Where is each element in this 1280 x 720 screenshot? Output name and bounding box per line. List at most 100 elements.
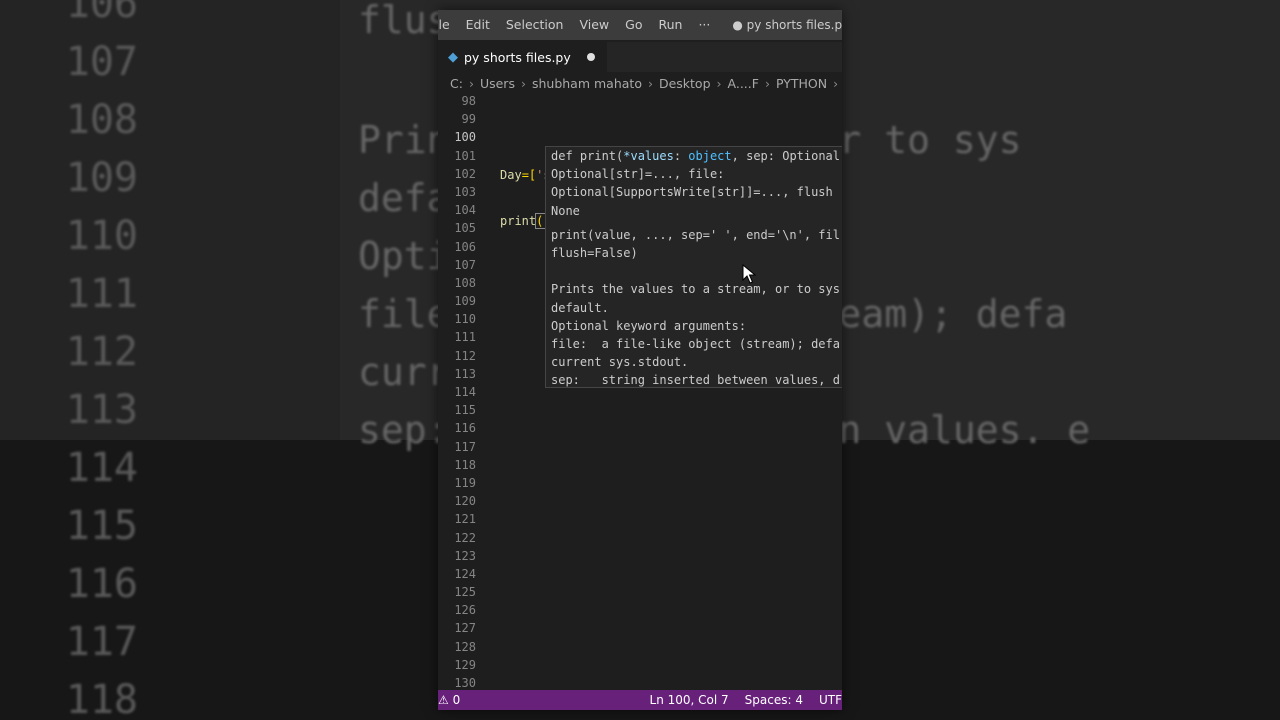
doc-line: current sys.stdout. xyxy=(551,355,689,370)
background-line-number: 114 xyxy=(65,445,138,491)
line-number: 109 xyxy=(454,294,476,309)
line-number-gutter: 98 99 100 101 102 103 104 105 106 107 108 109 110 111… xyxy=(438,94,476,692)
background-line-number: 113 xyxy=(65,387,138,433)
mouse-pointer-icon xyxy=(742,264,756,284)
breadcrumb-item[interactable]: C: xyxy=(450,76,463,91)
chevron-right-icon: › xyxy=(520,75,526,91)
tab-py-shorts-files[interactable]: ◆ py shorts files.py xyxy=(438,42,607,72)
indentation-spaces[interactable]: Spaces: 4 xyxy=(745,693,803,707)
line-number: 122 xyxy=(454,530,476,545)
line-number: 126 xyxy=(454,603,476,618)
code-line-98[interactable] xyxy=(500,120,796,138)
line-number: 120 xyxy=(454,494,476,509)
background-line-number: 107 xyxy=(65,39,138,85)
doc-line: Optional keyword arguments: xyxy=(551,318,747,333)
signature-param: *values xyxy=(623,149,674,163)
line-number: 127 xyxy=(454,621,476,636)
line-number: 103 xyxy=(454,184,476,199)
tab-label: py shorts files.py xyxy=(464,49,571,65)
vscode-window: ile Edit Selection View Go Run ··· ● py … xyxy=(438,10,842,710)
doc-line: print(value, ..., sep=' ', end='\n', fil xyxy=(551,227,840,242)
background-code-line: flus xyxy=(358,0,450,42)
signature-type: object xyxy=(688,149,732,163)
doc-line xyxy=(546,262,842,280)
breadcrumb-item[interactable]: PYTHON xyxy=(776,76,827,91)
doc-line: file: a file-like object (stream); defa xyxy=(551,336,840,351)
chevron-right-icon: › xyxy=(764,75,770,91)
problems-count[interactable]: ⚠ 0 xyxy=(438,693,460,707)
print-call: print xyxy=(500,214,537,229)
breadcrumb-item[interactable]: Users xyxy=(480,76,515,91)
line-number: 108 xyxy=(454,275,476,290)
background-line-number: 106 xyxy=(65,0,138,27)
doc-line: flush=False) xyxy=(551,245,638,260)
signature-line: None xyxy=(551,203,580,218)
status-bar: ⚠ 0 Ln 100, Col 7 Spaces: 4 UTF xyxy=(438,690,842,710)
title-bar: ile Edit Selection View Go Run ··· ● py … xyxy=(438,10,842,40)
line-number: 101 xyxy=(454,148,476,163)
line-number: 121 xyxy=(454,512,476,527)
background-line-number: 118 xyxy=(65,677,138,720)
background-line-number: 111 xyxy=(65,271,138,317)
background-line-number: 117 xyxy=(65,619,138,665)
menu-view[interactable]: View xyxy=(571,10,617,40)
breadcrumb-item[interactable]: shubham mahato xyxy=(532,76,642,91)
signature-prefix: def print( xyxy=(551,149,624,163)
menu-go[interactable]: Go xyxy=(617,10,650,40)
line-number: 105 xyxy=(454,221,476,236)
line-number: 107 xyxy=(454,257,476,272)
window-title: ● py shorts files.py - Vis xyxy=(732,18,842,32)
doc-line: sep: string inserted between values, d xyxy=(551,373,840,388)
line-number: 116 xyxy=(454,421,476,436)
line-number: 111 xyxy=(454,330,476,345)
python-file-icon: ◆ xyxy=(448,49,458,65)
menu-more[interactable]: ··· xyxy=(690,10,718,40)
signature-line: Optional[str]=..., file: xyxy=(551,167,725,182)
background-line-number: 115 xyxy=(65,503,138,549)
breadcrumb-item[interactable]: Desktop xyxy=(659,76,711,91)
line-number: 113 xyxy=(454,366,476,381)
tab-bar: ◆ py shorts files.py xyxy=(438,42,842,72)
background-line-number: 116 xyxy=(65,561,138,607)
breadcrumb-item[interactable]: A....F xyxy=(728,76,759,91)
line-number: 115 xyxy=(454,403,476,418)
background-line-number: 108 xyxy=(65,97,138,143)
signature-line: def print(*values: object, sep: Optional xyxy=(546,147,842,165)
chevron-right-icon: › xyxy=(647,75,653,91)
background-line-numbers: 106 107 108 109 110 111 112 113 114 115 116 117 118 xyxy=(48,0,138,720)
line-number: 110 xyxy=(454,312,476,327)
variable-day: Day xyxy=(500,168,522,183)
line-number: 125 xyxy=(454,585,476,600)
signature-colon: : xyxy=(673,149,689,163)
chevron-right-icon: › xyxy=(716,75,722,91)
menu-file[interactable]: ile xyxy=(438,10,458,40)
line-number: 99 xyxy=(461,112,476,127)
chevron-right-icon: › xyxy=(468,75,474,91)
line-number: 117 xyxy=(454,439,476,454)
line-number: 106 xyxy=(454,239,476,254)
background-line-number: 109 xyxy=(65,155,138,201)
unsaved-dot-icon[interactable] xyxy=(586,53,595,61)
background-code-line: curr xyxy=(358,350,450,394)
line-number: 102 xyxy=(454,166,476,181)
line-number: 128 xyxy=(454,639,476,654)
background-code-line: defa xyxy=(358,176,450,220)
list-open: =[ xyxy=(521,168,537,183)
chevron-right-icon: › xyxy=(833,75,839,91)
menu-run[interactable]: Run xyxy=(650,10,690,40)
line-number: 114 xyxy=(454,385,476,399)
cursor-position[interactable]: Ln 100, Col 7 xyxy=(650,693,729,707)
code-editor[interactable]: 98 99 100 101 102 103 104 105 106 107 108 109 110 111… xyxy=(438,94,842,700)
menu-selection[interactable]: Selection xyxy=(498,10,572,40)
background-line-number: 112 xyxy=(65,329,138,375)
line-number: 124 xyxy=(454,566,476,581)
doc-line: default. xyxy=(551,300,609,315)
file-encoding[interactable]: UTF xyxy=(819,693,842,707)
menu-edit[interactable]: Edit xyxy=(458,10,498,40)
background-line-number: 110 xyxy=(65,213,138,259)
breadcrumb: C: › Users › shubham mahato › Desktop › A...… xyxy=(438,72,842,94)
line-number: 112 xyxy=(454,348,476,363)
line-number: 118 xyxy=(454,457,476,472)
signature-rest: , sep: Optional xyxy=(731,149,841,163)
line-number: 123 xyxy=(454,548,476,563)
